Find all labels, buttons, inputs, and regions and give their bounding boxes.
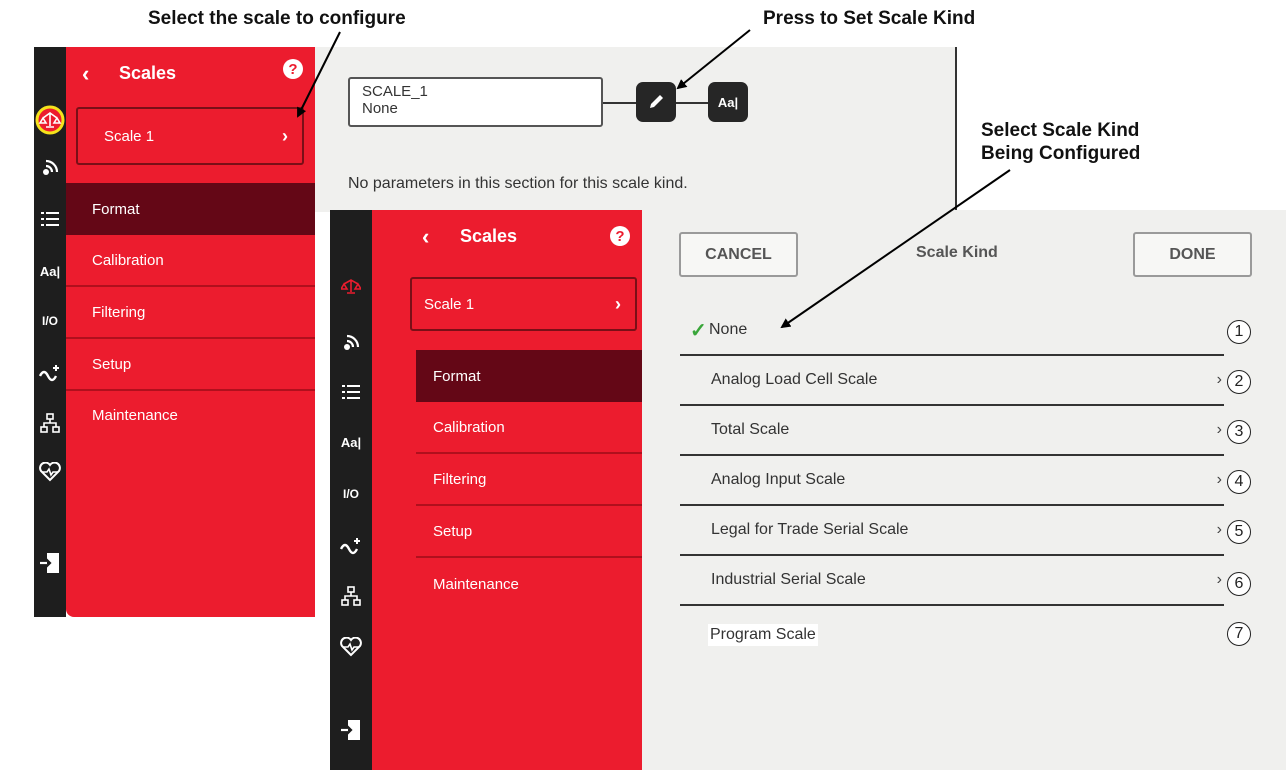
callout-arrows [297,29,1011,329]
arrow-select-kind [780,169,1011,329]
arrow-select-scale [297,31,341,118]
arrow-press-set-kind [676,29,751,90]
